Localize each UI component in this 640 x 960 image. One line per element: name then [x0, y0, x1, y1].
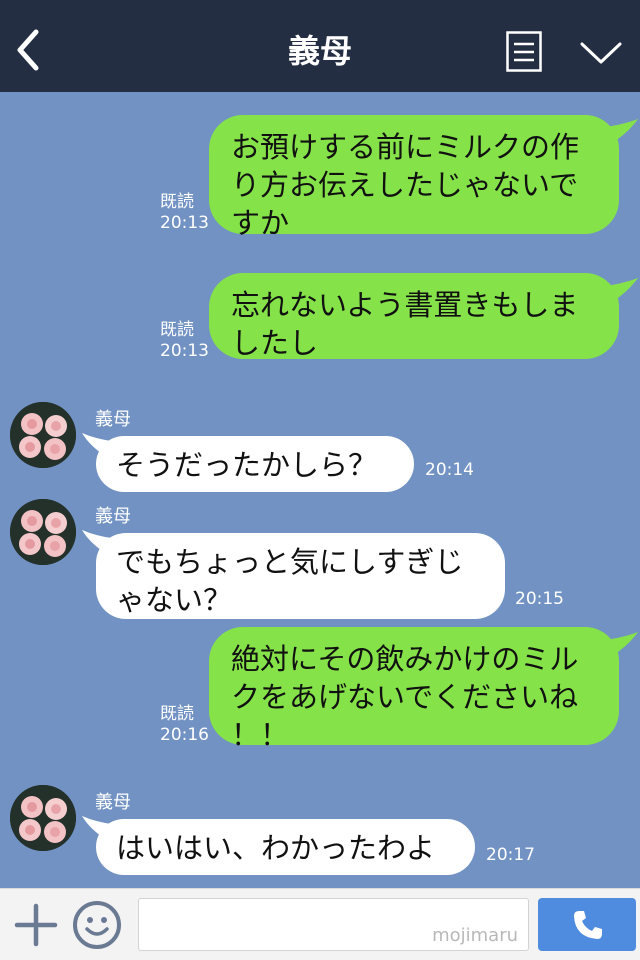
bubble-tail [604, 119, 638, 143]
bubble-tail [604, 632, 638, 656]
message-meta: 既読 20:16 [160, 704, 209, 746]
collapse-button[interactable] [578, 38, 624, 68]
menu-button[interactable] [506, 31, 542, 72]
call-button[interactable] [538, 898, 636, 951]
message-text-line: ！！ [231, 718, 290, 752]
bubble-tail [82, 816, 112, 838]
message-meta: 既読 20:13 [160, 192, 209, 234]
rose-avatar-icon [10, 785, 76, 851]
smiley-icon [73, 901, 121, 949]
message-time: 20:15 [515, 589, 564, 609]
message-text-line: はいはい、わかったわよ [116, 831, 436, 865]
incoming-message-bubble[interactable]: でもちょっと気にしすぎじ ゃない？ [96, 533, 505, 619]
bubble-tail [82, 433, 112, 455]
message-text-line: したし [231, 326, 319, 360]
message-text-line: り方お伝えしたじゃないで [231, 168, 579, 202]
chevron-left-icon [17, 29, 39, 71]
message-meta: 既読 20:13 [160, 320, 209, 362]
message-time: 20:13 [160, 213, 209, 233]
message-time: 20:14 [425, 460, 474, 480]
bubble-tail [604, 278, 638, 302]
chat-area[interactable]: お預けする前にミルクの作 り方お伝えしたじゃないで すか 既読 20:13 忘れ… [0, 92, 640, 888]
message-time: 20:13 [160, 341, 209, 361]
avatar[interactable] [10, 499, 76, 565]
sender-name: 義母 [95, 409, 131, 430]
add-button[interactable] [14, 903, 58, 947]
outgoing-message-bubble[interactable]: お預けする前にミルクの作 り方お伝えしたじゃないで すか [209, 115, 619, 240]
list-icon [506, 31, 542, 72]
back-button[interactable] [10, 28, 50, 72]
read-status: 既読 [160, 320, 194, 340]
watermark-text: mojimaru [432, 925, 518, 946]
message-text-line: そうだったかしら？ [116, 448, 378, 482]
incoming-message-bubble[interactable]: そうだったかしら？ [96, 436, 414, 492]
read-status: 既読 [160, 704, 194, 724]
rose-avatar-icon [10, 402, 76, 468]
message-text-line: お預けする前にミルクの作 [231, 130, 580, 164]
message-input[interactable]: mojimaru [138, 898, 529, 951]
message-text-line: 忘れないよう書置きもしま [231, 288, 579, 322]
plus-icon [14, 903, 58, 947]
message-text-line: すか [231, 206, 290, 240]
chevron-down-icon [580, 42, 622, 64]
sender-name: 義母 [95, 506, 131, 527]
rose-avatar-icon [10, 499, 76, 565]
outgoing-message-bubble[interactable]: 忘れないよう書置きもしま したし [209, 273, 619, 360]
sender-name: 義母 [95, 792, 131, 813]
message-text-line: 絶対にその飲みかけのミル [231, 642, 579, 676]
incoming-message-bubble[interactable]: はいはい、わかったわよ [96, 819, 475, 875]
phone-icon [574, 911, 602, 939]
chat-header: 義母 [0, 0, 640, 92]
chat-title: 義母 [287, 32, 352, 70]
bubble-tail [82, 530, 112, 552]
avatar[interactable] [10, 785, 76, 851]
message-text-line: ゃない？ [116, 583, 233, 617]
message-time: 20:16 [160, 725, 209, 745]
emoji-button[interactable] [72, 900, 122, 950]
message-text-line: クをあげないでくださいね [231, 680, 579, 714]
outgoing-message-bubble[interactable]: 絶対にその飲みかけのミル クをあげないでくださいね ！！ [209, 627, 619, 752]
message-time: 20:17 [486, 845, 535, 865]
read-status: 既読 [160, 192, 194, 212]
input-bar: mojimaru [0, 888, 640, 960]
message-text-line: でもちょっと気にしすぎじ [116, 545, 464, 579]
avatar[interactable] [10, 402, 76, 468]
